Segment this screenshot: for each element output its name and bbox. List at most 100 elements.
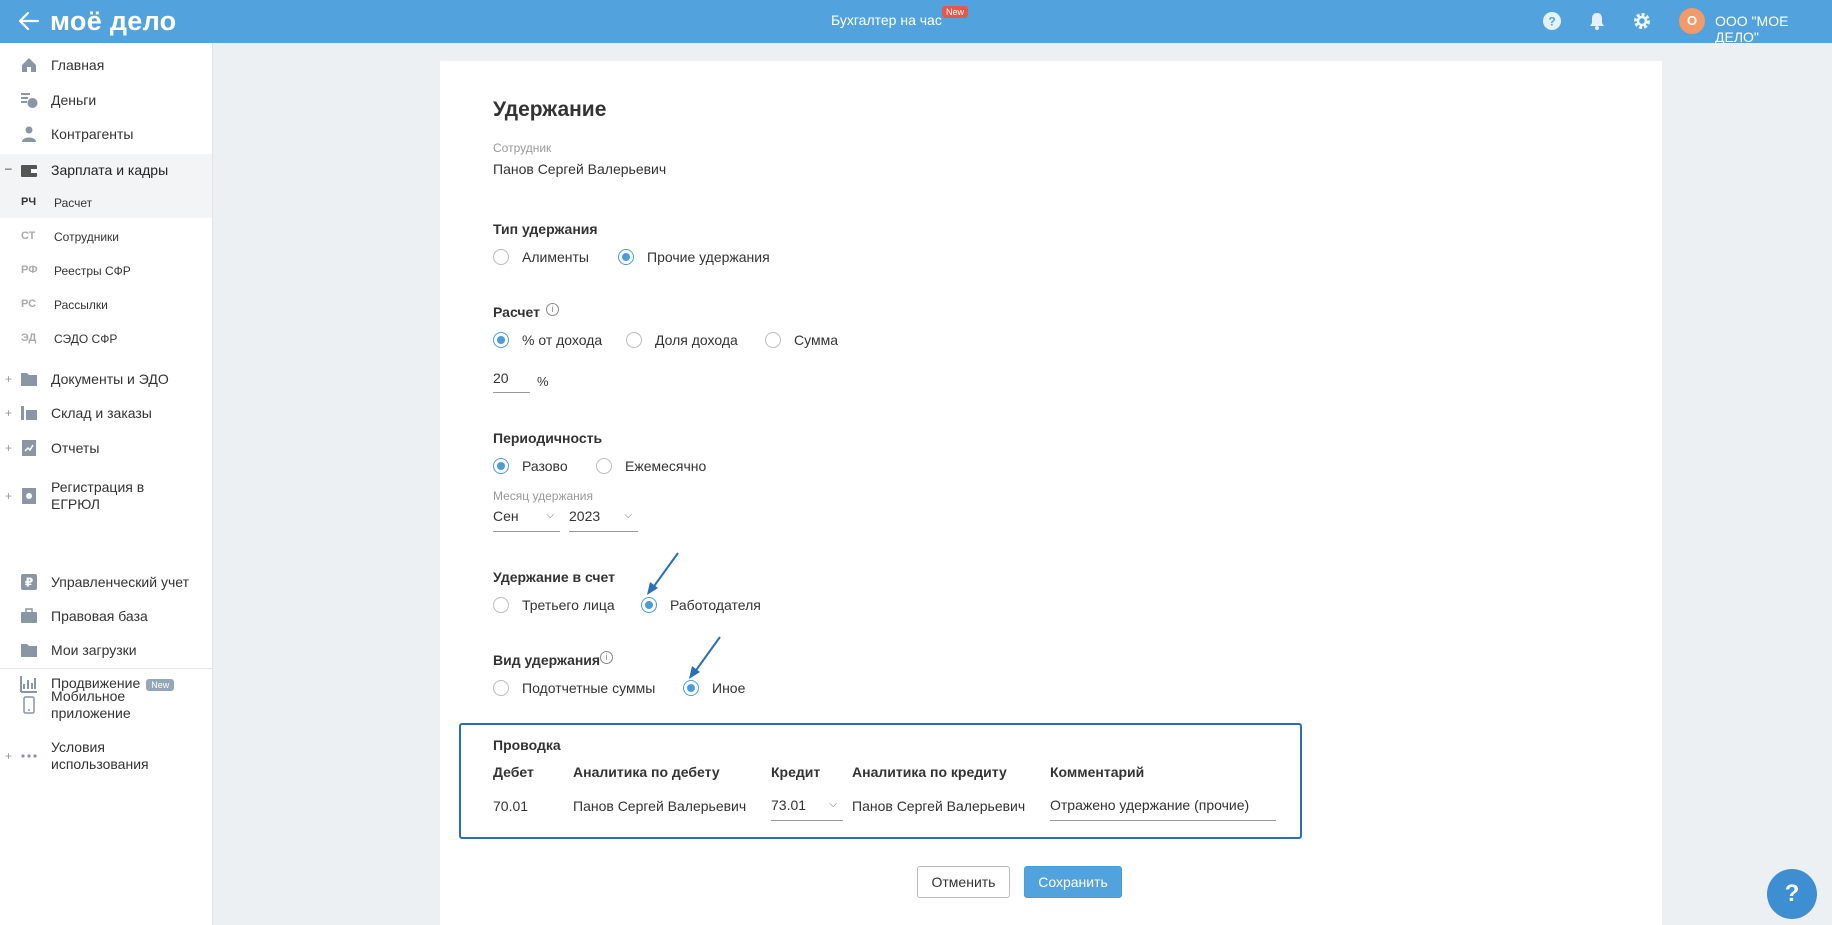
sidebar-item-label: Контрагенты: [51, 125, 134, 142]
sidebar-subitem-sedo[interactable]: ЭД СЭДО СФР: [0, 324, 212, 354]
top-bar: моё дело Бухгалтер на час New ? О ООО "М…: [0, 0, 1832, 45]
sidebar-subitem-mailings[interactable]: РС Рассылки: [0, 290, 212, 320]
radio-circle: [765, 332, 781, 348]
radio-label: % от дохода: [522, 332, 603, 348]
bell-icon[interactable]: [1586, 10, 1608, 32]
save-button[interactable]: Сохранить: [1024, 866, 1122, 898]
sidebar-item-label: Регистрация в ЕГРЮЛ: [51, 479, 145, 512]
col-header-credit: Кредит: [771, 764, 821, 780]
radio-monthly[interactable]: Ежемесячно: [596, 458, 706, 474]
credit-select[interactable]: 73.01 ⌵: [771, 797, 843, 821]
info-icon[interactable]: i: [546, 303, 559, 316]
radio-label: Третьего лица: [522, 597, 615, 613]
sidebar-item-registration[interactable]: + Регистрация в ЕГРЮЛ: [0, 477, 212, 515]
cell-debit-analytics: Панов Сергей Валерьевич: [573, 798, 747, 814]
sidebar: Главная Деньги Контрагенты – Зарплата и …: [0, 43, 213, 925]
radio-third-party[interactable]: Третьего лица: [493, 597, 615, 613]
percent-input[interactable]: 20: [493, 370, 530, 393]
subitem-label: Расчет: [54, 196, 93, 210]
radio-amount[interactable]: Сумма: [765, 332, 838, 348]
subitem-abbr: ЭД: [21, 332, 37, 344]
radio-once[interactable]: Разово: [493, 458, 568, 474]
info-icon[interactable]: i: [600, 651, 613, 664]
help-chat-button[interactable]: ?: [1767, 869, 1817, 919]
radio-other-deductions[interactable]: Прочие удержания: [618, 249, 770, 265]
radio-label: Подотчетные суммы: [522, 680, 656, 696]
sidebar-subitem-employees[interactable]: СТ Сотрудники: [0, 222, 212, 252]
sidebar-item-label: Главная: [51, 56, 105, 73]
sidebar-item-label: Условия использования: [51, 739, 149, 772]
radio-circle: [493, 332, 509, 348]
sidebar-item-warehouse[interactable]: + Склад и заказы: [0, 403, 212, 423]
sidebar-item-contractors[interactable]: Контрагенты: [0, 124, 212, 144]
sidebar-subitem-sfr-registers[interactable]: РФ Реестры СФР: [0, 256, 212, 286]
sidebar-item-money[interactable]: Деньги: [0, 90, 212, 110]
expand-toggle[interactable]: +: [5, 489, 12, 503]
avatar[interactable]: О: [1679, 8, 1705, 34]
collapse-toggle[interactable]: –: [5, 161, 12, 175]
posting-box: Проводка Дебет Аналитика по дебету Креди…: [459, 723, 1302, 839]
radio-circle: [626, 332, 642, 348]
gear-icon[interactable]: [1631, 10, 1653, 32]
radio-label: Доля дохода: [655, 332, 738, 348]
chevron-down-icon: ⌵: [829, 799, 837, 810]
wallet-icon: [21, 165, 37, 177]
folder-icon: [21, 373, 37, 386]
month-value: Сен: [493, 508, 519, 524]
org-name[interactable]: ООО "МОЕ ДЕЛО": [1715, 13, 1832, 45]
subitem-abbr: РЧ: [21, 196, 37, 208]
cell-debit: 70.01: [493, 798, 529, 814]
radio-label: Работодателя: [670, 597, 761, 613]
sidebar-subitem-calc[interactable]: РЧ Расчет: [0, 188, 212, 218]
logo[interactable]: моё дело: [50, 6, 176, 37]
sidebar-item-label: Отчеты: [51, 439, 100, 456]
deduction-type-title: Тип удержания: [493, 221, 598, 237]
posting-title: Проводка: [493, 737, 561, 753]
reports-icon: [22, 440, 36, 456]
periodicity-title: Периодичность: [493, 430, 603, 446]
radio-circle: [493, 680, 509, 696]
year-select[interactable]: 2023 ⌵: [569, 508, 638, 532]
sidebar-item-label: Документы и ЭДО: [51, 370, 169, 387]
expand-toggle[interactable]: +: [5, 749, 12, 763]
sidebar-item-legal-base[interactable]: Правовая база: [0, 606, 212, 626]
more-icon: [21, 754, 37, 758]
sidebar-item-terms[interactable]: + Условия использования: [0, 737, 212, 775]
radio-accountable-sums[interactable]: Подотчетные суммы: [493, 680, 655, 696]
sidebar-item-management[interactable]: ₽ Управленческий учет: [0, 572, 212, 592]
expand-toggle[interactable]: +: [5, 441, 12, 455]
sidebar-item-home[interactable]: Главная: [0, 55, 212, 75]
subitem-abbr: СТ: [21, 230, 36, 242]
sidebar-item-documents[interactable]: + Документы и ЭДО: [0, 369, 212, 389]
cancel-button[interactable]: Отменить: [917, 866, 1010, 898]
help-icon[interactable]: ?: [1541, 10, 1563, 32]
sidebar-item-salary[interactable]: – Зарплата и кадры: [0, 154, 212, 188]
deduction-kind-title: Вид удержания: [493, 652, 601, 668]
month-select[interactable]: Сен ⌵: [493, 508, 560, 532]
credit-value: 73.01: [771, 797, 807, 813]
sidebar-item-downloads[interactable]: Мои загрузки: [0, 640, 212, 660]
sidebar-item-label: Управленческий учет: [51, 573, 189, 590]
sidebar-item-mobile-app[interactable]: Мобильное приложение: [0, 686, 212, 724]
radio-alimony[interactable]: Алименты: [493, 249, 589, 265]
warehouse-icon: [21, 406, 37, 420]
col-header-comment: Комментарий: [1050, 764, 1145, 780]
radio-circle: [596, 458, 612, 474]
radio-circle: [493, 597, 509, 613]
radio-other[interactable]: Иное: [683, 680, 745, 696]
expand-toggle[interactable]: +: [5, 406, 12, 420]
accountant-hour-link[interactable]: Бухгалтер на час: [831, 12, 942, 28]
back-arrow-icon[interactable]: [16, 9, 42, 33]
radio-percent-of-income[interactable]: % от дохода: [493, 332, 602, 348]
radio-income-share[interactable]: Доля дохода: [626, 332, 738, 348]
radio-label: Прочие удержания: [647, 249, 770, 265]
mobile-icon: [23, 696, 35, 714]
chevron-down-icon: ⌵: [546, 510, 554, 521]
radio-circle: [618, 249, 634, 265]
radio-employer[interactable]: Работодателя: [641, 597, 761, 613]
radio-circle: [493, 249, 509, 265]
expand-toggle[interactable]: +: [5, 372, 12, 386]
comment-input[interactable]: Отражено удержание (прочие): [1050, 797, 1276, 821]
sidebar-item-reports[interactable]: + Отчеты: [0, 438, 212, 458]
annotation-arrow-icon: [647, 552, 679, 595]
